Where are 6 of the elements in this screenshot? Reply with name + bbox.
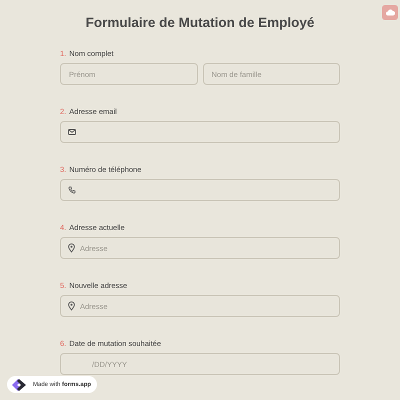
input-field[interactable]	[60, 121, 340, 143]
cloud-icon	[386, 9, 394, 16]
upload-button[interactable]	[382, 5, 398, 20]
form-title: Formulaire de Mutation de Employé	[84, 14, 316, 30]
logo-icon	[11, 378, 27, 392]
input-field[interactable]	[60, 179, 340, 201]
